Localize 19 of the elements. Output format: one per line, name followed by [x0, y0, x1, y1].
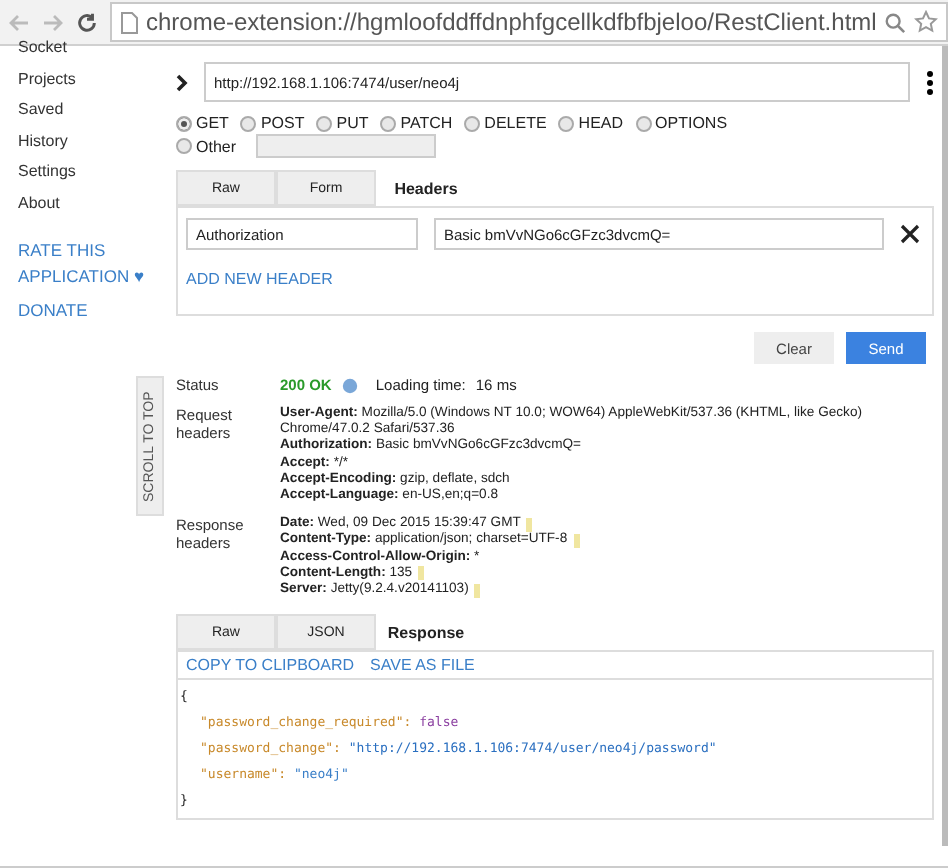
sidebar-link[interactable]: DONATE — [18, 298, 146, 324]
add-header-link[interactable]: ADD NEW HEADER — [186, 270, 333, 288]
method-radio[interactable]: HEAD — [558, 114, 624, 132]
address-bar[interactable]: chrome-extension://hgmloofddffdnphfgcellkdfbfbjeloo/RestClient.html — [110, 2, 948, 42]
response-action-link[interactable]: SAVE AS FILE — [370, 656, 475, 675]
method-radio[interactable]: PUT — [316, 114, 369, 132]
method-radio[interactable]: PATCH — [380, 114, 453, 132]
sidebar-link[interactable]: RATE THIS APPLICATION ♥ — [18, 238, 146, 290]
method-radio[interactable]: POST — [240, 114, 305, 132]
method-radio[interactable]: Other — [176, 134, 437, 158]
method-radio[interactable]: DELETE — [464, 114, 547, 132]
sidebar-item[interactable]: Settings — [18, 156, 164, 187]
method-radio[interactable]: OPTIONS — [635, 114, 728, 132]
method-radio[interactable]: GET — [176, 114, 229, 132]
sidebar-item[interactable]: Saved — [18, 94, 164, 125]
response-action-link[interactable]: COPY TO CLIPBOARD — [186, 656, 355, 675]
sidebar-item[interactable]: History — [18, 125, 164, 156]
sidebar-item[interactable]: About — [18, 187, 164, 218]
sidebar-item[interactable]: Projects — [18, 63, 164, 94]
